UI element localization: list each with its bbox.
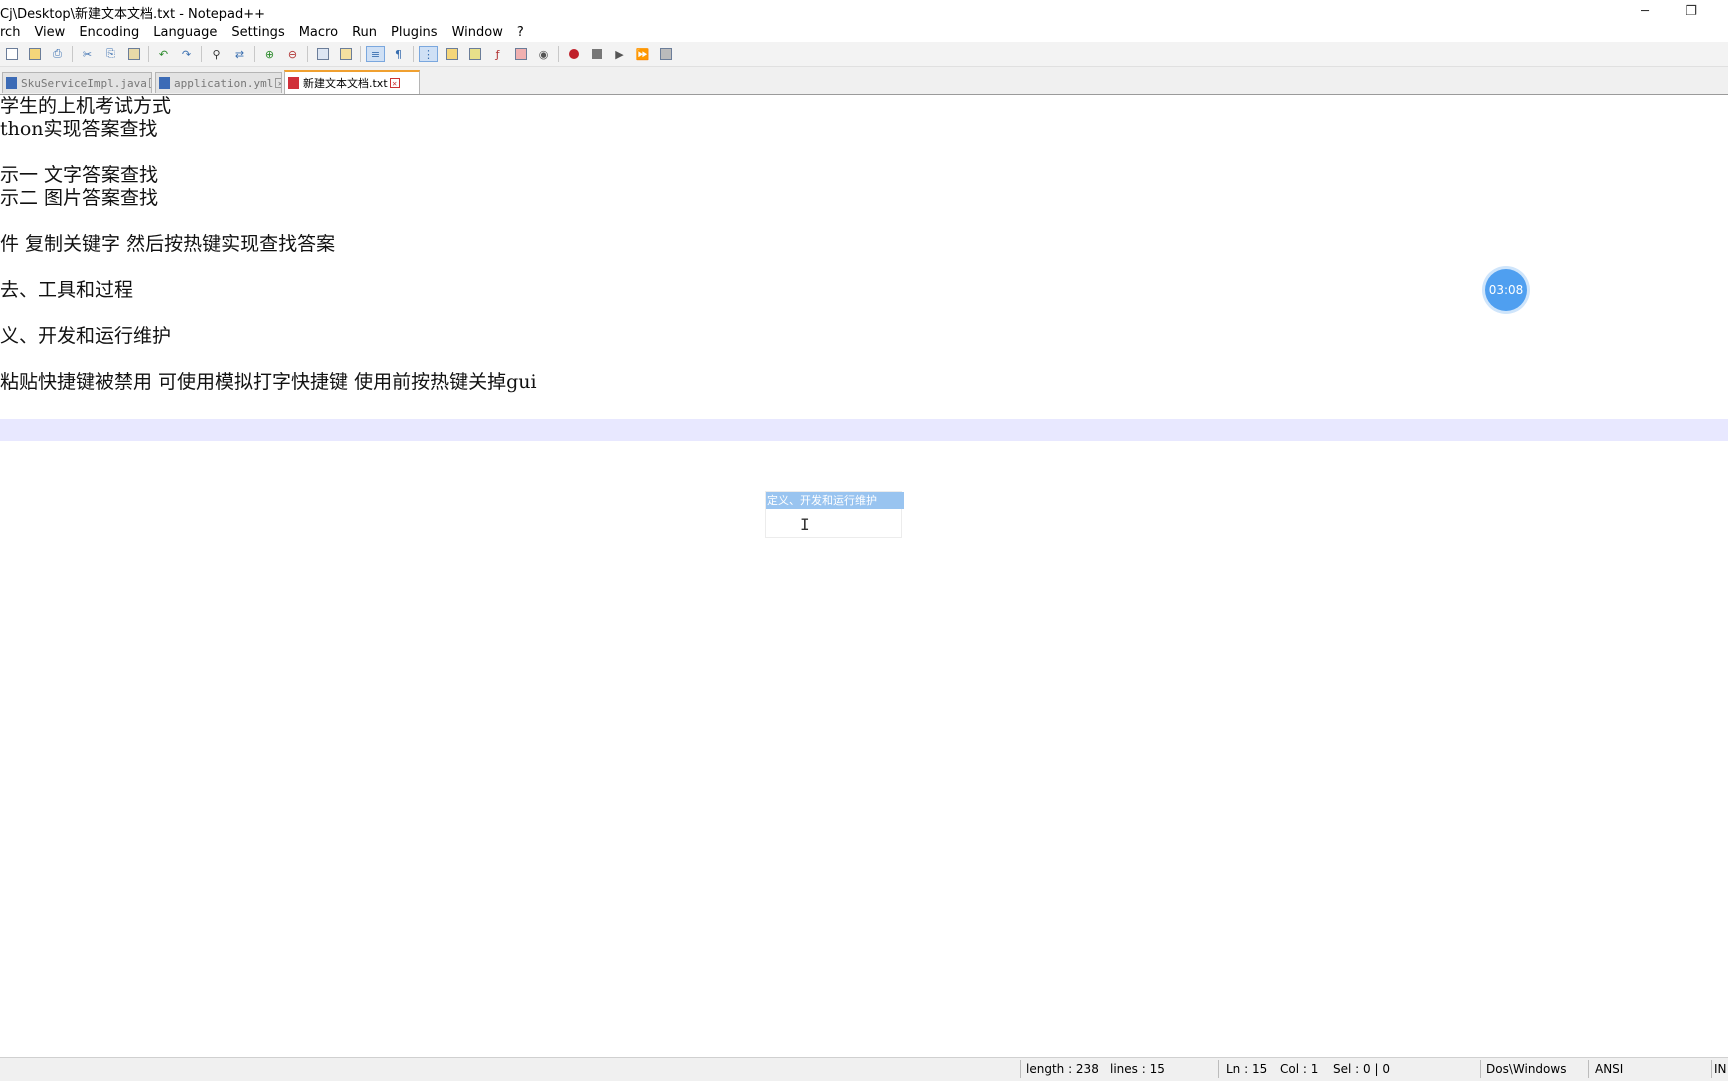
- folder-workspace-icon[interactable]: [511, 46, 530, 62]
- status-divider: [1020, 1060, 1021, 1078]
- file-icon: [159, 77, 170, 89]
- run-macro-multiple-icon[interactable]: ⏩: [633, 46, 652, 62]
- tab-application-yml[interactable]: application.yml ✕: [155, 72, 282, 93]
- new-file-icon[interactable]: [2, 46, 21, 62]
- toolbar-separator: [148, 46, 149, 62]
- redo-icon[interactable]: ↷: [177, 46, 196, 62]
- record-macro-icon[interactable]: [564, 46, 583, 62]
- tab-label: application.yml: [174, 76, 274, 90]
- recording-timer-badge[interactable]: 03:08: [1485, 269, 1527, 311]
- editor-line-9: 去、工具和过程: [0, 279, 134, 301]
- tab-bar: SkuServiceImpl.java ✕ application.yml ✕ …: [0, 67, 1728, 95]
- status-col: Col : 1: [1280, 1062, 1319, 1076]
- editor-line-5: 示二 图片答案查找: [0, 187, 159, 209]
- tab-new-text-document[interactable]: 新建文本文档.txt ✕: [284, 70, 420, 94]
- status-sel: Sel : 0 | 0: [1333, 1062, 1390, 1076]
- status-bar: length : 238 lines : 15 Ln : 15 Col : 1 …: [0, 1057, 1728, 1081]
- paste-icon[interactable]: [124, 46, 143, 62]
- menu-help[interactable]: ?: [510, 25, 531, 40]
- find-icon[interactable]: ⚲: [207, 46, 226, 62]
- window-title: Cj\Desktop\新建文本文档.txt - Notepad++: [0, 7, 266, 22]
- menu-window[interactable]: Window: [445, 25, 510, 40]
- minimize-button[interactable]: ─: [1622, 0, 1668, 22]
- sync-horizontal-icon[interactable]: [336, 46, 355, 62]
- restore-button[interactable]: ❐: [1668, 0, 1714, 22]
- status-length: length : 238: [1026, 1062, 1099, 1076]
- status-divider: [1711, 1060, 1712, 1078]
- status-divider: [1218, 1060, 1219, 1078]
- editor-line-2: thon实现答案查找: [0, 118, 158, 140]
- toolbar-separator: [201, 46, 202, 62]
- menu-plugins[interactable]: Plugins: [384, 25, 445, 40]
- tab-label: SkuServiceImpl.java: [21, 76, 147, 90]
- print-icon[interactable]: ⎙: [48, 46, 67, 62]
- play-macro-icon[interactable]: ▶: [610, 46, 629, 62]
- status-encoding[interactable]: ANSI: [1595, 1062, 1623, 1076]
- indent-guide-icon[interactable]: ⋮: [419, 46, 438, 62]
- toolbar-separator: [558, 46, 559, 62]
- copy-icon[interactable]: ⎘: [101, 46, 120, 62]
- monitor-icon[interactable]: ◉: [534, 46, 553, 62]
- toolbar-separator: [307, 46, 308, 62]
- doc-map-icon[interactable]: [465, 46, 484, 62]
- toolbar-separator: [254, 46, 255, 62]
- open-file-icon[interactable]: [25, 46, 44, 62]
- editor-line-11: 义、开发和运行维护: [0, 325, 172, 347]
- current-line-highlight: [0, 419, 1728, 441]
- stop-macro-icon[interactable]: [587, 46, 606, 62]
- cut-icon[interactable]: ✂: [78, 46, 97, 62]
- editor-line-7: 件 复制关键字 然后按热键实现查找答案: [0, 233, 336, 255]
- status-eol[interactable]: Dos\Windows: [1486, 1062, 1566, 1076]
- toolbar-separator: [360, 46, 361, 62]
- zoom-out-icon[interactable]: ⊖: [283, 46, 302, 62]
- status-divider: [1480, 1060, 1481, 1078]
- menu-search[interactable]: rch: [0, 25, 27, 40]
- close-icon[interactable]: ✕: [389, 78, 400, 88]
- menu-language[interactable]: Language: [146, 25, 224, 40]
- file-icon: [288, 77, 299, 89]
- menu-view[interactable]: View: [27, 25, 72, 40]
- menu-macro[interactable]: Macro: [292, 25, 345, 40]
- text-cursor-icon: I: [800, 515, 810, 534]
- undo-icon[interactable]: ↶: [154, 46, 173, 62]
- status-insert-mode: IN: [1714, 1062, 1727, 1076]
- close-icon[interactable]: ✕: [148, 78, 151, 88]
- ime-highlighted-text: 定义、开发和运行维护: [766, 492, 904, 509]
- tab-skuserviceimpl[interactable]: SkuServiceImpl.java ✕: [2, 72, 152, 93]
- menu-settings[interactable]: Settings: [224, 25, 291, 40]
- title-bar: Cj\Desktop\新建文本文档.txt - Notepad++ ─ ❐: [0, 0, 1728, 22]
- word-wrap-icon[interactable]: ≡: [366, 46, 385, 62]
- show-all-chars-icon[interactable]: ¶: [389, 46, 408, 62]
- editor-line-4: 示一 文字答案查找: [0, 164, 159, 186]
- save-macro-icon[interactable]: [656, 46, 675, 62]
- close-icon[interactable]: ✕: [275, 78, 281, 88]
- tab-label: 新建文本文档.txt: [303, 77, 388, 90]
- status-lines: lines : 15: [1110, 1062, 1165, 1076]
- zoom-in-icon[interactable]: ⊕: [260, 46, 279, 62]
- toolbar-separator: [413, 46, 414, 62]
- menu-encoding[interactable]: Encoding: [72, 25, 146, 40]
- text-editor[interactable]: 学生的上机考试方式 thon实现答案查找 示一 文字答案查找 示二 图片答案查找…: [0, 95, 1728, 1055]
- status-ln: Ln : 15: [1226, 1062, 1268, 1076]
- ime-candidate-popup[interactable]: 定义、开发和运行维护 I: [765, 491, 904, 538]
- user-language-icon[interactable]: [442, 46, 461, 62]
- sync-vertical-icon[interactable]: [313, 46, 332, 62]
- status-divider: [1588, 1060, 1589, 1078]
- file-icon: [6, 77, 17, 89]
- function-list-icon[interactable]: ƒ: [488, 46, 507, 62]
- replace-icon[interactable]: ⇄: [230, 46, 249, 62]
- editor-line-1: 学生的上机考试方式: [0, 95, 172, 117]
- menu-bar: rch View Encoding Language Settings Macr…: [0, 22, 1728, 42]
- editor-line-13: 粘贴快捷键被禁用 可使用模拟打字快捷键 使用前按热键关掉gui: [0, 371, 537, 393]
- menu-run[interactable]: Run: [345, 25, 384, 40]
- toolbar-separator: [72, 46, 73, 62]
- toolbar: ⎙ ✂ ⎘ ↶ ↷ ⚲ ⇄ ⊕ ⊖ ≡ ¶ ⋮ ƒ ◉ ▶ ⏩: [0, 42, 1728, 67]
